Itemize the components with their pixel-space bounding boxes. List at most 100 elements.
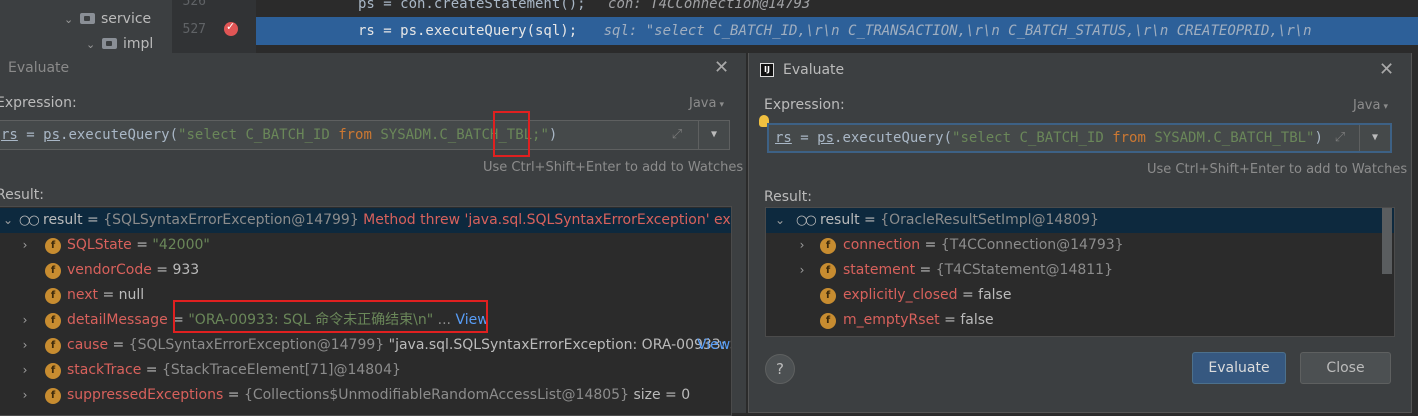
row-text: cause = {SQLSyntaxErrorException@14799} … bbox=[67, 337, 732, 353]
field-icon: f bbox=[45, 388, 61, 404]
row-text: stackTrace = {StackTraceElement[71]@1480… bbox=[67, 362, 401, 378]
code-line: ps = con.createStatement(); con: T4CConn… bbox=[256, 0, 1418, 18]
field-icon: f bbox=[45, 238, 61, 254]
tree-row-result[interactable]: ⌄ ○○ result = {SQLSyntaxErrorException@1… bbox=[0, 208, 731, 233]
evaluate-dialog-left: Evaluate ✕ Expression: Java ▾ rs = ps.exe… bbox=[0, 53, 746, 416]
line-number: 527 bbox=[182, 22, 206, 37]
project-tree: ⌄ service ⌄ impl bbox=[0, 0, 172, 53]
chevron-down-icon[interactable]: ⌄ bbox=[86, 34, 102, 53]
field-icon: f bbox=[45, 263, 61, 279]
tree-item-label: impl bbox=[123, 36, 154, 52]
row-text: m_emptyRset = false bbox=[843, 312, 994, 328]
package-icon bbox=[102, 38, 117, 49]
chevron-down-icon[interactable]: ⌄ bbox=[64, 9, 80, 31]
field-icon: f bbox=[45, 313, 61, 329]
close-icon[interactable]: ✕ bbox=[1379, 61, 1394, 79]
expand-icon[interactable]: ⤢ bbox=[1332, 125, 1348, 151]
watch-glasses-icon: ○○ bbox=[796, 213, 817, 228]
tree-row-detailmessage[interactable]: › f detailMessage = "ORA-00933: SQL 命令未正… bbox=[0, 308, 731, 333]
inline-debug-value: con: T4CConnection@14793 bbox=[608, 0, 811, 12]
chevron-right-icon[interactable]: › bbox=[19, 333, 31, 358]
tree-row-statement[interactable]: › f statement = {T4CStatement@14811} bbox=[766, 258, 1394, 283]
chevron-down-icon: ▾ bbox=[719, 100, 724, 110]
row-text: statement = {T4CStatement@14811} bbox=[843, 262, 1113, 278]
tree-item-service[interactable]: ⌄ service bbox=[64, 8, 151, 30]
chevron-right-icon[interactable]: › bbox=[796, 233, 808, 258]
language-label: Java bbox=[689, 96, 717, 111]
view-link[interactable]: View bbox=[697, 333, 730, 358]
chevron-down-icon[interactable]: ⌄ bbox=[2, 208, 14, 233]
tree-row-next[interactable]: f next = null bbox=[0, 283, 731, 308]
code-editor: ⌄ service ⌄ impl 526 527 ps = con.createSt… bbox=[0, 0, 1418, 53]
expand-icon[interactable]: ⤢ bbox=[669, 121, 685, 149]
breakpoint-icon[interactable] bbox=[224, 20, 238, 36]
expression-text: rs = ps.executeQuery("select C_BATCH_ID … bbox=[775, 130, 1323, 146]
tree-row-vendorcode[interactable]: f vendorCode = 933 bbox=[0, 258, 731, 283]
row-text: result = {SQLSyntaxErrorException@14799}… bbox=[43, 212, 731, 228]
language-selector[interactable]: Java ▾ bbox=[1353, 98, 1388, 113]
chevron-right-icon[interactable]: › bbox=[19, 358, 31, 383]
row-text: connection = {T4CConnection@14793} bbox=[843, 237, 1124, 253]
tree-row-suppressedexceptions[interactable]: › f suppressedExceptions = {Collections$… bbox=[0, 383, 731, 408]
code-text: rs = ps.executeQuery(sql); bbox=[358, 23, 578, 39]
row-text: vendorCode = 933 bbox=[67, 262, 200, 278]
package-icon bbox=[80, 13, 95, 24]
tree-row-sqlstate[interactable]: › f SQLState = "42000" bbox=[0, 233, 731, 258]
watches-hint: Use Ctrl+Shift+Enter to add to Watches bbox=[1147, 162, 1408, 177]
row-text: detailMessage = "ORA-00933: SQL 命令未正确结束\… bbox=[67, 312, 489, 328]
row-text: suppressedExceptions = {Collections$Unmo… bbox=[67, 387, 691, 403]
expression-input[interactable]: rs = ps.executeQuery("select C_BATCH_ID … bbox=[0, 120, 730, 150]
dialog-title: Evaluate bbox=[783, 62, 845, 78]
field-icon: f bbox=[820, 263, 836, 279]
history-dropdown-button[interactable]: ▼ bbox=[698, 121, 729, 149]
row-text: next = null bbox=[67, 287, 145, 303]
chevron-right-icon[interactable]: › bbox=[19, 383, 31, 408]
tree-row-cause[interactable]: › f cause = {SQLSyntaxErrorException@147… bbox=[0, 333, 731, 358]
tree-row-stacktrace[interactable]: › f stackTrace = {StackTraceElement[71]@… bbox=[0, 358, 731, 383]
history-dropdown-button[interactable]: ▼ bbox=[1359, 125, 1390, 151]
field-icon: f bbox=[820, 288, 836, 304]
inline-debug-value: sql: "select C_BATCH_ID,\r\n C_TRANSACTI… bbox=[603, 23, 1312, 39]
line-number: 526 bbox=[182, 0, 206, 9]
chevron-right-icon[interactable]: › bbox=[19, 233, 31, 258]
current-execution-line: rs = ps.executeQuery(sql); sql: "select … bbox=[256, 17, 1418, 45]
expression-input[interactable]: rs = ps.executeQuery("select C_BATCH_ID … bbox=[767, 123, 1392, 153]
watch-glasses-icon: ○○ bbox=[19, 213, 40, 228]
chevron-down-icon[interactable]: ⌄ bbox=[774, 208, 786, 233]
expression-label: Expression: bbox=[764, 97, 845, 113]
chevron-right-icon[interactable]: › bbox=[796, 258, 808, 283]
evaluate-dialog-right: IJ Evaluate ✕ Expression: Java ▾ rs = ps.… bbox=[748, 53, 1412, 413]
intellij-logo-icon: IJ bbox=[760, 63, 774, 77]
help-button[interactable]: ? bbox=[765, 354, 795, 384]
language-selector[interactable]: Java ▾ bbox=[689, 96, 724, 111]
field-icon: f bbox=[45, 288, 61, 304]
dialog-title: Evaluate bbox=[8, 60, 70, 76]
tree-item-impl[interactable]: ⌄ impl bbox=[86, 33, 153, 53]
language-label: Java bbox=[1353, 98, 1381, 113]
tree-row-connection[interactable]: › f connection = {T4CConnection@14793} bbox=[766, 233, 1394, 258]
field-icon: f bbox=[45, 363, 61, 379]
watches-hint: Use Ctrl+Shift+Enter to add to Watches bbox=[483, 160, 744, 175]
tree-row-explicitly-closed[interactable]: f explicitly_closed = false bbox=[766, 283, 1394, 308]
result-label: Result: bbox=[0, 187, 44, 203]
scrollbar-thumb[interactable] bbox=[1382, 208, 1392, 274]
chevron-right-icon[interactable]: › bbox=[19, 308, 31, 333]
result-tree: ⌄ ○○ result = {SQLSyntaxErrorException@1… bbox=[0, 206, 732, 416]
field-icon: f bbox=[45, 338, 61, 354]
tree-row-m-emptyrset[interactable]: f m_emptyRset = false bbox=[766, 308, 1394, 333]
row-text: explicitly_closed = false bbox=[843, 287, 1012, 303]
expression-text: rs = ps.executeQuery("select C_BATCH_ID … bbox=[1, 127, 558, 143]
view-link[interactable]: View bbox=[455, 312, 488, 328]
line-gutter: 526 527 bbox=[172, 0, 256, 53]
close-icon[interactable]: ✕ bbox=[714, 59, 729, 77]
tree-row-result[interactable]: ⌄ ○○ result = {OracleResultSetImpl@14809… bbox=[766, 208, 1394, 233]
result-tree: ⌄ ○○ result = {OracleResultSetImpl@14809… bbox=[765, 207, 1395, 337]
tree-item-label: service bbox=[101, 11, 152, 27]
expression-label: Expression: bbox=[0, 95, 77, 111]
row-text: result = {OracleResultSetImpl@14809} bbox=[820, 212, 1099, 228]
field-icon: f bbox=[820, 238, 836, 254]
field-icon: f bbox=[820, 313, 836, 329]
evaluate-button[interactable]: Evaluate bbox=[1192, 352, 1286, 384]
chevron-down-icon: ▾ bbox=[1383, 102, 1388, 112]
close-button[interactable]: Close bbox=[1300, 352, 1391, 384]
